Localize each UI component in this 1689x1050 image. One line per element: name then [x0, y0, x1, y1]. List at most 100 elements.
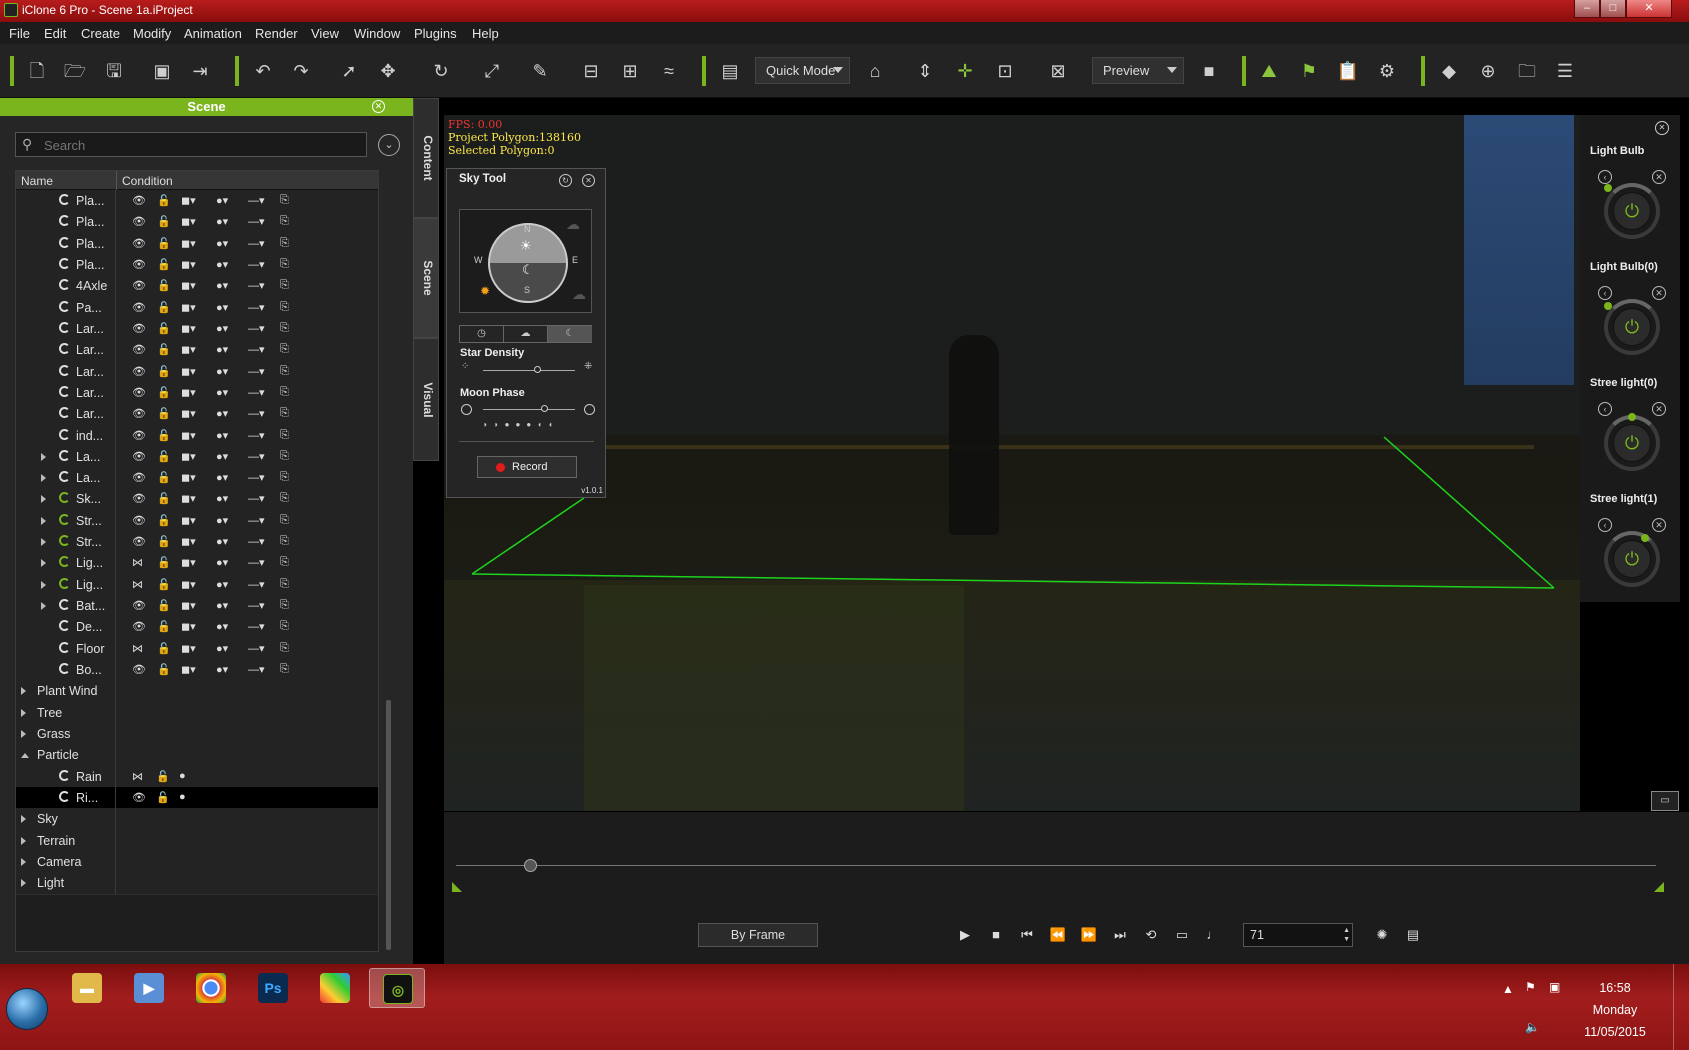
close-icon[interactable]: ✕	[582, 174, 595, 187]
visibility-icon[interactable]: 👁	[132, 450, 146, 463]
tree-row[interactable]: Sk... 👁 🔓 ◼▾ ●▾ —▾ ⎘	[16, 488, 378, 512]
physics-icon[interactable]: —▾	[248, 386, 265, 399]
tree-group-row[interactable]: Light	[16, 872, 378, 896]
tree-row[interactable]: Pla... 👁 🔓 ◼▾ ●▾ —▾ ⎘	[16, 190, 378, 213]
visibility-icon[interactable]: 👁	[132, 343, 146, 356]
sun-settings-icon[interactable]: ✺	[1372, 925, 1392, 945]
intensity-dot[interactable]	[1604, 302, 1612, 310]
lock-icon[interactable]: 🔓	[157, 578, 171, 591]
link-icon[interactable]: ⎘	[280, 194, 289, 207]
power-icon[interactable]: ⏻	[1613, 540, 1651, 578]
menu-view[interactable]: View	[311, 26, 339, 41]
shadow-icon[interactable]: ●▾	[216, 450, 228, 463]
previous-frame-icon[interactable]: ⏪	[1048, 925, 1068, 945]
shadow-icon[interactable]: ●▾	[216, 258, 228, 271]
render-icon[interactable]: ◼▾	[181, 407, 196, 420]
menu-window[interactable]: Window	[354, 26, 400, 41]
tree-row[interactable]: Lar... 👁 🔓 ◼▾ ●▾ —▾ ⎘	[16, 403, 378, 427]
link-icon[interactable]: ⎘	[280, 663, 289, 676]
tree-row[interactable]: Lar... 👁 🔓 ◼▾ ●▾ —▾ ⎘	[16, 317, 378, 341]
timeline-track[interactable]	[456, 865, 1656, 866]
move-icon[interactable]: ✥	[375, 58, 401, 84]
fit-view-icon[interactable]: ⊠	[1045, 58, 1071, 84]
lock-icon[interactable]: 🔓	[157, 450, 171, 463]
pick-parent-icon[interactable]: ✎	[527, 58, 553, 84]
render-icon[interactable]: ◼▾	[181, 620, 196, 633]
render-icon[interactable]: ◼▾	[181, 599, 196, 612]
light-disable-icon[interactable]: ✕	[1652, 518, 1666, 532]
taskbar-media-player[interactable]: ▶	[121, 968, 177, 1008]
tree-row[interactable]: Lig... ⋈ 🔓 ◼▾ ●▾ —▾ ⎘	[16, 573, 378, 597]
physics-icon[interactable]: —▾	[248, 258, 265, 271]
shadow-icon[interactable]: ●▾	[216, 301, 228, 314]
render-icon[interactable]: ◼▾	[181, 450, 196, 463]
collapsed-arrow-icon[interactable]	[21, 857, 26, 866]
lock-icon[interactable]: 🔓	[157, 407, 171, 420]
system-clock[interactable]: 16:58 Monday 11/05/2015	[1570, 964, 1660, 1050]
visibility-icon[interactable]: 👁	[132, 407, 146, 420]
physics-icon[interactable]: —▾	[248, 642, 265, 655]
tree-row[interactable]: 4Axle 👁 🔓 ◼▾ ●▾ —▾ ⎘	[16, 275, 378, 299]
menu-help[interactable]: Help	[472, 26, 499, 41]
shadow-icon[interactable]: ●▾	[216, 322, 228, 335]
render-icon[interactable]: ◼▾	[181, 471, 196, 484]
render-icon[interactable]: ◼▾	[181, 578, 196, 591]
render-icon[interactable]: ●	[179, 791, 186, 803]
taskbar-chrome[interactable]	[183, 968, 239, 1008]
link-icon[interactable]: ⎘	[280, 620, 289, 633]
menu-render[interactable]: Render	[255, 26, 298, 41]
physics-icon[interactable]: —▾	[248, 194, 265, 207]
end-marker-icon[interactable]	[1654, 882, 1664, 892]
tree-group-row[interactable]: Tree	[16, 701, 378, 725]
render-icon[interactable]: ◼▾	[181, 556, 196, 569]
physics-icon[interactable]: —▾	[248, 301, 265, 314]
arrow-left-icon[interactable]: ‹	[1598, 170, 1612, 184]
target-icon[interactable]: ⊕	[1475, 58, 1501, 84]
lock-icon[interactable]: 🔓	[156, 770, 170, 783]
visibility-icon[interactable]: 👁	[132, 301, 146, 314]
lock-icon[interactable]: 🔓	[157, 343, 171, 356]
lock-icon[interactable]: 🔓	[157, 514, 171, 527]
tree-group-row[interactable]: Plant Wind	[16, 680, 378, 704]
lock-icon[interactable]: 🔓	[157, 535, 171, 548]
physics-icon[interactable]: —▾	[248, 471, 265, 484]
cloud-mode-icon[interactable]: ☁	[504, 326, 548, 342]
clipboard-icon[interactable]: 📋	[1335, 58, 1361, 84]
link-icon[interactable]: ⎘	[280, 492, 289, 505]
undo-icon[interactable]: ↶	[250, 58, 276, 84]
physics-icon[interactable]: —▾	[248, 578, 265, 591]
diamond-icon[interactable]: ◆	[1436, 58, 1462, 84]
lock-icon[interactable]: 🔓	[157, 365, 171, 378]
next-frame-icon[interactable]: ⏩	[1079, 925, 1099, 945]
start-button[interactable]	[6, 988, 48, 1030]
shadow-icon[interactable]: ●▾	[216, 599, 228, 612]
tree-group-row[interactable]: Camera	[16, 850, 378, 874]
tree-row[interactable]: La... 👁 🔓 ◼▾ ●▾ —▾ ⎘	[16, 445, 378, 469]
render-icon[interactable]: ◼▾	[181, 237, 196, 250]
lock-icon[interactable]: 🔓	[157, 194, 171, 207]
physics-icon[interactable]: —▾	[248, 450, 265, 463]
link-icon[interactable]: ⎘	[280, 535, 289, 548]
physics-icon[interactable]: —▾	[248, 492, 265, 505]
tree-row[interactable]: Pla... 👁 🔓 ◼▾ ●▾ —▾ ⎘	[16, 211, 378, 235]
light-disable-icon[interactable]: ✕	[1652, 286, 1666, 300]
settings-sliders-icon[interactable]: ☰	[1552, 58, 1578, 84]
arrow-left-icon[interactable]: ‹	[1598, 402, 1612, 416]
loop-icon[interactable]: ⟲	[1141, 925, 1161, 945]
tree-row[interactable]: Pla... 👁 🔓 ◼▾ ●▾ —▾ ⎘	[16, 253, 378, 277]
render-icon[interactable]: ◼▾	[181, 301, 196, 314]
tree-row[interactable]: Str... 👁 🔓 ◼▾ ●▾ —▾ ⎘	[16, 509, 378, 533]
collapsed-arrow-icon[interactable]	[41, 602, 46, 611]
night-mode-icon[interactable]: ☾	[548, 326, 592, 342]
flag-icon[interactable]: ⚑	[1296, 58, 1322, 84]
shadow-icon[interactable]: ●▾	[216, 471, 228, 484]
collapsed-arrow-icon[interactable]	[41, 516, 46, 525]
terrain-icon[interactable]: ⛰	[1256, 58, 1282, 84]
clock-mode-icon[interactable]: ◷	[460, 326, 504, 342]
save-icon[interactable]: 🖫	[101, 58, 127, 84]
lock-icon[interactable]: 🔓	[157, 429, 171, 442]
shadow-icon[interactable]: ●▾	[216, 215, 228, 228]
lock-icon[interactable]: 🔓	[157, 322, 171, 335]
visibility-icon[interactable]: 👁	[132, 279, 146, 292]
lock-icon[interactable]: 🔓	[157, 556, 171, 569]
